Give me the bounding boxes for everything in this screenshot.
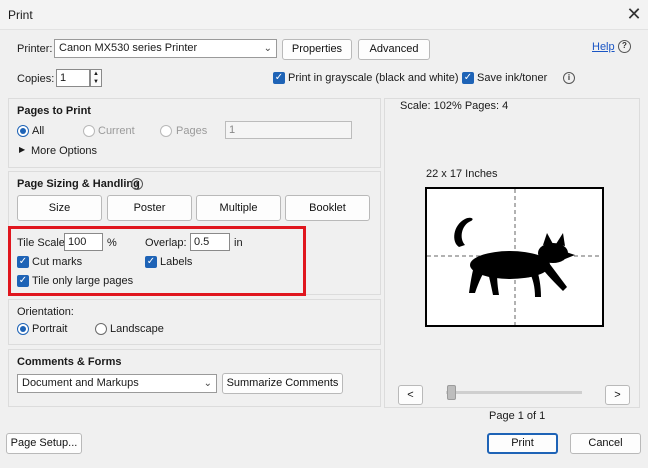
page-slider-thumb[interactable]: [447, 385, 456, 400]
tile-scale-unit: %: [107, 237, 117, 249]
portrait-radio[interactable]: [17, 323, 29, 335]
summarize-comments-button[interactable]: Summarize Comments: [222, 373, 343, 394]
overlap-label: Overlap:: [145, 237, 187, 249]
cat-preview-image: [425, 187, 604, 327]
more-options-label[interactable]: More Options: [31, 145, 97, 157]
pages-range-input[interactable]: 1: [225, 121, 352, 139]
page-preview: [425, 187, 604, 327]
cut-marks-label: Cut marks: [32, 256, 83, 268]
labels-label: Labels: [160, 256, 193, 268]
chevron-down-icon: ⌄: [203, 378, 212, 389]
printer-selected-value: Canon MX530 series Printer: [59, 42, 198, 54]
sizing-info-icon[interactable]: i: [131, 178, 143, 190]
grayscale-label: Print in grayscale (black and white): [288, 72, 459, 84]
portrait-label: Portrait: [32, 323, 68, 335]
info-icon[interactable]: i: [563, 72, 575, 84]
pages-label: Pages: [176, 125, 208, 137]
title-bar: [0, 0, 648, 30]
page-setup-button[interactable]: Page Setup...: [6, 433, 82, 454]
comments-selected-value: Document and Markups: [22, 377, 139, 389]
tab-booklet[interactable]: Booklet: [285, 195, 370, 221]
pages-radio[interactable]: [160, 125, 172, 137]
tab-multiple[interactable]: Multiple: [196, 195, 281, 221]
labels-checkbox[interactable]: ✓: [145, 256, 157, 268]
overlap-input[interactable]: 0.5: [190, 233, 230, 251]
copies-input[interactable]: 1: [56, 69, 90, 87]
window-title: Print: [8, 8, 33, 22]
current-label: Current: [98, 125, 135, 137]
all-radio[interactable]: [17, 125, 29, 137]
landscape-label: Landscape: [110, 323, 164, 335]
properties-button[interactable]: Properties: [282, 39, 352, 60]
stepper-up-icon[interactable]: ▲: [91, 70, 101, 78]
tile-scale-label: Tile Scale:: [17, 237, 68, 249]
overlap-unit: in: [234, 237, 243, 249]
tile-large-label: Tile only large pages: [32, 275, 134, 287]
current-radio[interactable]: [83, 125, 95, 137]
comments-select[interactable]: Document and Markups ⌄: [17, 374, 217, 393]
tab-poster[interactable]: Poster: [107, 195, 192, 221]
chevron-down-icon: ⌄: [263, 43, 272, 54]
all-label: All: [32, 125, 45, 137]
landscape-radio[interactable]: [95, 323, 107, 335]
expand-triangle-icon[interactable]: ▶: [19, 145, 25, 154]
paper-size-text: 22 x 17 Inches: [426, 168, 498, 180]
tile-scale-input[interactable]: 100: [64, 233, 103, 251]
print-button[interactable]: Print: [487, 433, 558, 454]
scale-pages-text: Scale: 102% Pages: 4: [400, 100, 509, 112]
next-page-button[interactable]: >: [605, 385, 630, 405]
cut-marks-checkbox[interactable]: ✓: [17, 256, 29, 268]
printer-label: Printer:: [17, 43, 53, 55]
copies-label: Copies:: [17, 73, 55, 85]
stepper-down-icon[interactable]: ▼: [91, 78, 101, 86]
tile-large-checkbox[interactable]: ✓: [17, 275, 29, 287]
close-icon[interactable]: ✕: [622, 3, 646, 27]
orientation-heading: Orientation:: [17, 306, 74, 318]
prev-page-button[interactable]: <: [398, 385, 423, 405]
save-ink-checkbox[interactable]: ✓: [462, 72, 474, 84]
help-icon[interactable]: ?: [618, 40, 631, 53]
advanced-button[interactable]: Advanced: [358, 39, 430, 60]
cancel-button[interactable]: Cancel: [570, 433, 641, 454]
pages-to-print-heading: Pages to Print: [17, 105, 91, 117]
comments-heading: Comments & Forms: [17, 356, 122, 368]
help-link[interactable]: Help: [592, 41, 615, 53]
copies-stepper[interactable]: ▲ ▼: [90, 69, 102, 87]
page-slider-track[interactable]: [446, 391, 582, 394]
save-ink-label: Save ink/toner: [477, 72, 548, 84]
page-indicator: Page 1 of 1: [489, 410, 546, 422]
printer-select[interactable]: Canon MX530 series Printer ⌄: [54, 39, 277, 58]
page-sizing-heading: Page Sizing & Handling: [17, 178, 140, 190]
tab-size[interactable]: Size: [17, 195, 102, 221]
grayscale-checkbox[interactable]: ✓: [273, 72, 285, 84]
